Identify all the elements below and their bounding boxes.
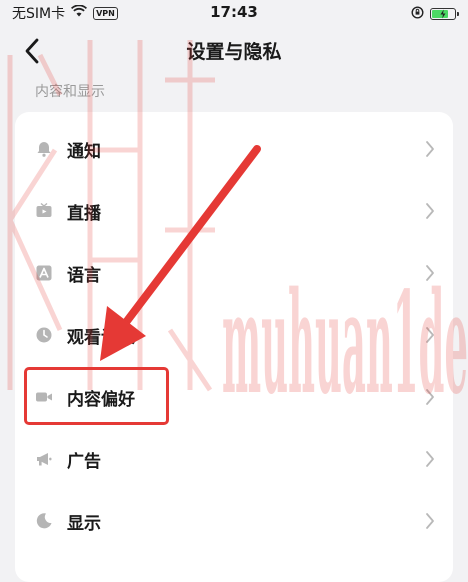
menu-item-language[interactable]: 语言	[15, 242, 453, 304]
clock-icon	[35, 326, 53, 344]
section-header: 内容和显示	[35, 84, 105, 100]
status-bar: 无SIM卡 VPN 17:43	[0, 0, 468, 26]
menu-item-live[interactable]: 直播	[15, 180, 453, 242]
menu-item-watch-history[interactable]: 观看记录	[15, 304, 453, 366]
chevron-right-icon	[426, 389, 434, 405]
highlight-box	[24, 367, 169, 425]
battery-icon	[430, 7, 459, 20]
chevron-right-icon	[426, 451, 434, 467]
menu-item-label: 语言	[67, 265, 101, 286]
chevron-right-icon	[426, 203, 434, 219]
menu-item-display[interactable]: 显示	[15, 490, 453, 552]
chevron-right-icon	[426, 327, 434, 343]
tv-icon	[35, 202, 53, 220]
status-right	[411, 4, 459, 23]
megaphone-icon	[35, 450, 53, 468]
menu-item-ads[interactable]: 广告	[15, 428, 453, 490]
menu-item-label: 观看记录	[67, 327, 135, 348]
chevron-right-icon	[426, 265, 434, 281]
language-icon	[35, 264, 53, 282]
moon-icon	[35, 512, 53, 530]
status-time: 17:43	[210, 3, 258, 21]
nav-bar: 设置与隐私	[0, 26, 468, 76]
bell-icon	[35, 140, 53, 158]
menu-item-notifications[interactable]: 通知	[15, 118, 453, 180]
menu-item-label: 广告	[67, 451, 101, 472]
menu-item-label: 显示	[67, 513, 101, 534]
chevron-right-icon	[426, 513, 434, 529]
menu-item-label: 直播	[67, 203, 101, 224]
page-title: 设置与隐私	[186, 41, 282, 63]
chevron-right-icon	[426, 141, 434, 157]
orientation-lock-icon	[411, 4, 424, 23]
menu-item-label: 通知	[67, 141, 101, 162]
